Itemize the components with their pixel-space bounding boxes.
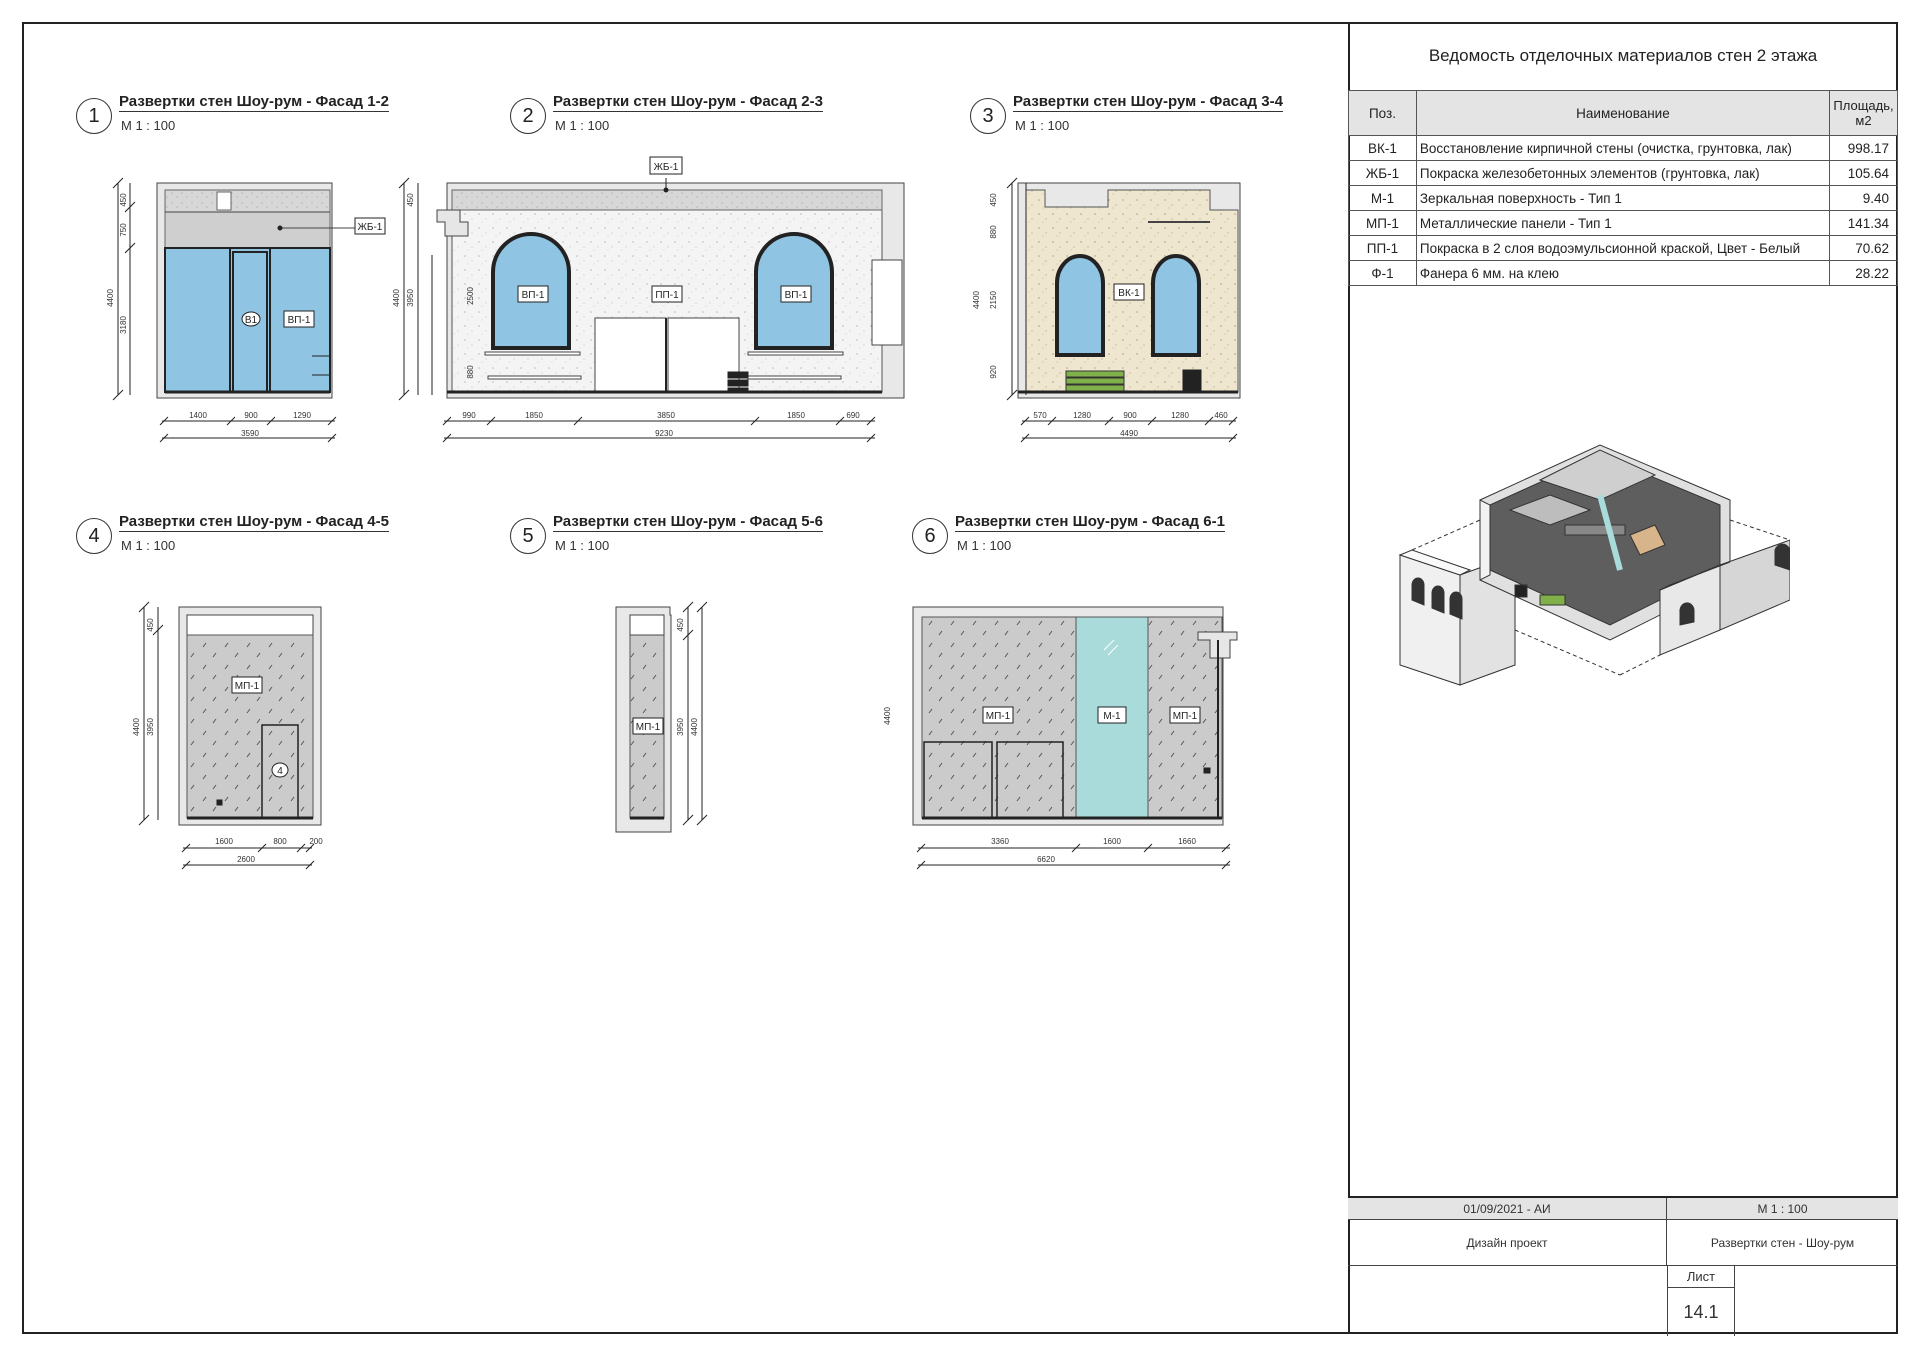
elevation-4: МП-1 4 4400 450 3950 1600 800 200 2600 bbox=[132, 601, 323, 870]
dim-w1: 990 bbox=[462, 411, 476, 420]
materials-table: Поз. Наименование Площадь, м2 ВК-1 Восста… bbox=[1348, 90, 1899, 286]
dim-w3: 3850 bbox=[657, 411, 675, 420]
stamp-scale: М 1 : 100 bbox=[1667, 1198, 1898, 1220]
tag-vp1-right: ВП-1 bbox=[785, 290, 808, 301]
dim-w2: 800 bbox=[273, 837, 287, 846]
dim-h-c: 2500 bbox=[466, 287, 475, 305]
tag-mp1: МП-1 bbox=[636, 722, 661, 733]
dim-h-total: 4400 bbox=[690, 718, 699, 736]
stamp-project: Дизайн проект bbox=[1348, 1220, 1667, 1266]
title-block: 01/09/2021 - АИ М 1 : 100 Дизайн проект … bbox=[1348, 1196, 1898, 1336]
dim-w1: 1600 bbox=[215, 837, 233, 846]
table-row: М-1 Зеркальная поверхность - Тип 1 9.40 bbox=[1348, 185, 1899, 211]
elevation-3: ВК-1 4400 450 880 2150 920 570 1280 900 … bbox=[972, 177, 1241, 443]
elevation-6: МП-1 М-1 МП-1 4400 3360 1600 1660 6620 bbox=[883, 606, 1238, 870]
dim-w-total: 2600 bbox=[237, 855, 255, 864]
table-row: Ф-1 Фанера 6 мм. на клею 28.22 bbox=[1348, 260, 1899, 286]
dim-h-d: 920 bbox=[989, 365, 998, 379]
col-header-name: Наименование bbox=[1415, 90, 1830, 136]
dim-w2: 1280 bbox=[1073, 411, 1091, 420]
dim-w3: 900 bbox=[1123, 411, 1137, 420]
table-row: ВК-1 Восстановление кирпичной стены (очис… bbox=[1348, 135, 1899, 161]
elevation-drawings: ЖБ-1 В1 ВП-1 4400 450 750 3180 1400 900 … bbox=[106, 156, 1241, 870]
materials-table-title: Ведомость отделочных материалов стен 2 э… bbox=[1348, 22, 1898, 91]
table-row: ЖБ-1 Покраска железобетонных элементов (г… bbox=[1348, 160, 1899, 186]
dim-h-total: 4400 bbox=[106, 289, 115, 307]
dim-w-total: 9230 bbox=[655, 429, 673, 438]
table-header-row: Поз. Наименование Площадь, м2 bbox=[1348, 90, 1899, 136]
dim-h-b: 880 bbox=[989, 225, 998, 239]
dim-w5: 690 bbox=[846, 411, 860, 420]
dim-w1: 3360 bbox=[991, 837, 1009, 846]
dim-w2: 1600 bbox=[1103, 837, 1121, 846]
tag-vp1: ВП-1 bbox=[288, 315, 311, 326]
tag-door: 4 bbox=[277, 766, 283, 777]
dim-h-a: 450 bbox=[146, 618, 155, 632]
dim-w2: 900 bbox=[244, 411, 258, 420]
dim-h-total: 4400 bbox=[392, 289, 401, 307]
dim-h-a: 450 bbox=[406, 193, 415, 207]
tag-mp1-right: МП-1 bbox=[1173, 711, 1198, 722]
dim-h-a: 450 bbox=[119, 193, 128, 207]
dim-w1: 570 bbox=[1033, 411, 1047, 420]
dim-w4: 1850 bbox=[787, 411, 805, 420]
dim-h-b: 3950 bbox=[146, 718, 155, 736]
tag-m1: М-1 bbox=[1103, 711, 1121, 722]
elevation-5: МП-1 450 3950 4400 bbox=[615, 601, 708, 833]
elevation-1: ЖБ-1 В1 ВП-1 4400 450 750 3180 1400 900 … bbox=[106, 177, 386, 443]
dim-w4: 1280 bbox=[1171, 411, 1189, 420]
tag-mp1: МП-1 bbox=[235, 681, 260, 692]
dim-h-b: 3950 bbox=[676, 718, 685, 736]
dim-w3: 200 bbox=[309, 837, 323, 846]
dim-h-total: 4400 bbox=[883, 707, 892, 725]
dim-w5: 460 bbox=[1214, 411, 1228, 420]
tag-vp1-left: ВП-1 bbox=[522, 290, 545, 301]
dim-h-b: 3950 bbox=[406, 289, 415, 307]
dim-w-total: 6620 bbox=[1037, 855, 1055, 864]
col-header-pos: Поз. bbox=[1348, 90, 1417, 136]
dim-h-total: 4400 bbox=[972, 291, 981, 309]
axonometric-view bbox=[1398, 444, 1790, 686]
col-header-area: Площадь, м2 bbox=[1828, 90, 1899, 136]
stamp-sheet-title: Развертки стен - Шоу-рум bbox=[1667, 1220, 1898, 1266]
tag-pp1: ПП-1 bbox=[655, 290, 679, 301]
dim-w2: 1850 bbox=[525, 411, 543, 420]
stamp-sheet-label: Лист bbox=[1667, 1266, 1735, 1288]
tag-jb1: ЖБ-1 bbox=[654, 162, 679, 173]
dim-w3: 1290 bbox=[293, 411, 311, 420]
dim-h-b: 750 bbox=[119, 223, 128, 237]
dim-w3: 1660 bbox=[1178, 837, 1196, 846]
dim-h-d: 880 bbox=[466, 365, 475, 379]
dim-h-total: 4400 bbox=[132, 718, 141, 736]
stamp-date: 01/09/2021 - АИ bbox=[1348, 1198, 1667, 1220]
dim-w-total: 3590 bbox=[241, 429, 259, 438]
elevation-2: ЖБ-1 ВП-1 ПП-1 ВП-1 4400 450 3950 2500 8… bbox=[392, 156, 905, 443]
dim-h-c: 2150 bbox=[989, 291, 998, 309]
stamp-sheet-number: 14.1 bbox=[1667, 1288, 1735, 1336]
tag-mp1-left: МП-1 bbox=[986, 711, 1011, 722]
dim-h-a: 450 bbox=[676, 618, 685, 632]
dim-w-total: 4490 bbox=[1120, 429, 1138, 438]
tag-vk1: ВК-1 bbox=[1118, 288, 1140, 299]
dim-w1: 1400 bbox=[189, 411, 207, 420]
dim-h-a: 450 bbox=[989, 193, 998, 207]
table-row: ПП-1 Покраска в 2 слоя водоэмульсионной к… bbox=[1348, 235, 1899, 261]
tag-jb1: ЖБ-1 bbox=[358, 222, 383, 233]
table-row: МП-1 Металлические панели - Тип 1 141.34 bbox=[1348, 210, 1899, 236]
dim-h-c: 3180 bbox=[119, 316, 128, 334]
tag-b1: В1 bbox=[245, 315, 258, 326]
